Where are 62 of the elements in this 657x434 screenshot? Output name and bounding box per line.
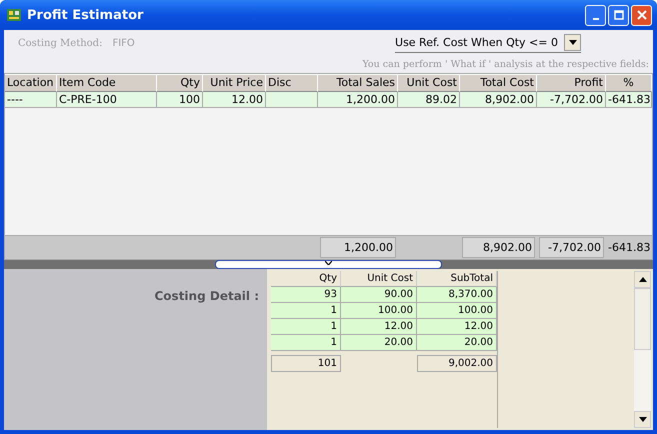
column-header[interactable]: Profit <box>537 74 606 92</box>
up-arrow-icon <box>638 277 646 282</box>
table-cell: 20.00 <box>417 335 497 351</box>
total-value: 8,902.00 <box>462 237 535 258</box>
table-cell: 12.00 <box>417 319 497 335</box>
costing-detail-label: Costing Detail : <box>154 288 260 305</box>
table-cell: 1 <box>271 303 341 319</box>
table-cell: 20.00 <box>341 335 417 351</box>
app-icon <box>6 7 22 23</box>
table-cell: 8,370.00 <box>417 287 497 303</box>
table-cell: 100.00 <box>417 303 497 319</box>
collapse-button[interactable] <box>215 260 442 269</box>
table-cell: C-PRE-100 <box>57 92 157 108</box>
total-value: -7,702.00 <box>539 237 604 258</box>
column-header[interactable]: Total Cost <box>460 74 537 92</box>
table-cell: 1 <box>271 335 341 351</box>
table-cell: ---- <box>5 92 57 108</box>
column-header[interactable]: Qty <box>157 74 203 92</box>
table-cell: 89.02 <box>398 92 460 108</box>
table-cell: 8,902.00 <box>460 92 537 108</box>
ref-cost-dropdown[interactable]: Use Ref. Cost When Qty <= 0 <box>395 33 581 53</box>
column-header[interactable]: Unit Price <box>203 74 266 92</box>
table-cell: -641.83 <box>606 92 652 108</box>
chevron-down-icon <box>325 261 332 265</box>
costing-method-label: Costing Method: <box>18 38 102 48</box>
column-header: Unit Cost <box>341 271 417 287</box>
column-header[interactable]: % <box>606 74 652 92</box>
scroll-down-button[interactable] <box>634 411 651 428</box>
close-button[interactable] <box>631 4 652 26</box>
hint-text: You can perform ' What if ' analysis at the respective fields: <box>361 58 650 72</box>
column-header: SubTotal <box>417 271 497 287</box>
total-value: 1,200.00 <box>320 237 396 258</box>
total-value: 101 <box>271 355 341 372</box>
close-icon <box>636 10 646 20</box>
column-header[interactable]: Item Code <box>57 74 157 92</box>
column-header[interactable]: Location <box>5 74 57 92</box>
table-cell: 12.00 <box>341 319 417 335</box>
minimize-icon <box>592 18 598 20</box>
column-header: Qty <box>271 271 341 287</box>
total-value: -641.83 <box>607 240 652 256</box>
table-cell: -7,702.00 <box>537 92 606 108</box>
table-cell: 1,200.00 <box>318 92 398 108</box>
scroll-up-button[interactable] <box>634 271 651 288</box>
table-cell: 1 <box>271 319 341 335</box>
maximize-button[interactable] <box>608 4 629 26</box>
window-title: Profit Estimator <box>27 8 144 22</box>
table-cell: 90.00 <box>341 287 417 303</box>
maximize-icon <box>614 10 624 20</box>
scroll-thumb[interactable] <box>634 288 651 350</box>
costing-method-value: FIFO <box>112 38 135 48</box>
table-cell: 93 <box>271 287 341 303</box>
table-cell: 12.00 <box>203 92 266 108</box>
table-row[interactable]: ---- C-PRE-100 100 12.00 1,200.00 89.02 8,902.00 -7,702.00 -641.83 <box>5 92 652 108</box>
minimize-button[interactable] <box>585 4 606 26</box>
total-value: 9,002.00 <box>417 355 497 372</box>
table-cell: 100.00 <box>341 303 417 319</box>
down-arrow-icon <box>638 417 646 422</box>
table-cell: 100 <box>157 92 203 108</box>
column-header[interactable]: Disc <box>266 74 318 92</box>
column-header[interactable]: Unit Cost <box>398 74 460 92</box>
dropdown-arrow-icon <box>568 40 576 45</box>
column-header[interactable]: Total Sales <box>318 74 398 92</box>
